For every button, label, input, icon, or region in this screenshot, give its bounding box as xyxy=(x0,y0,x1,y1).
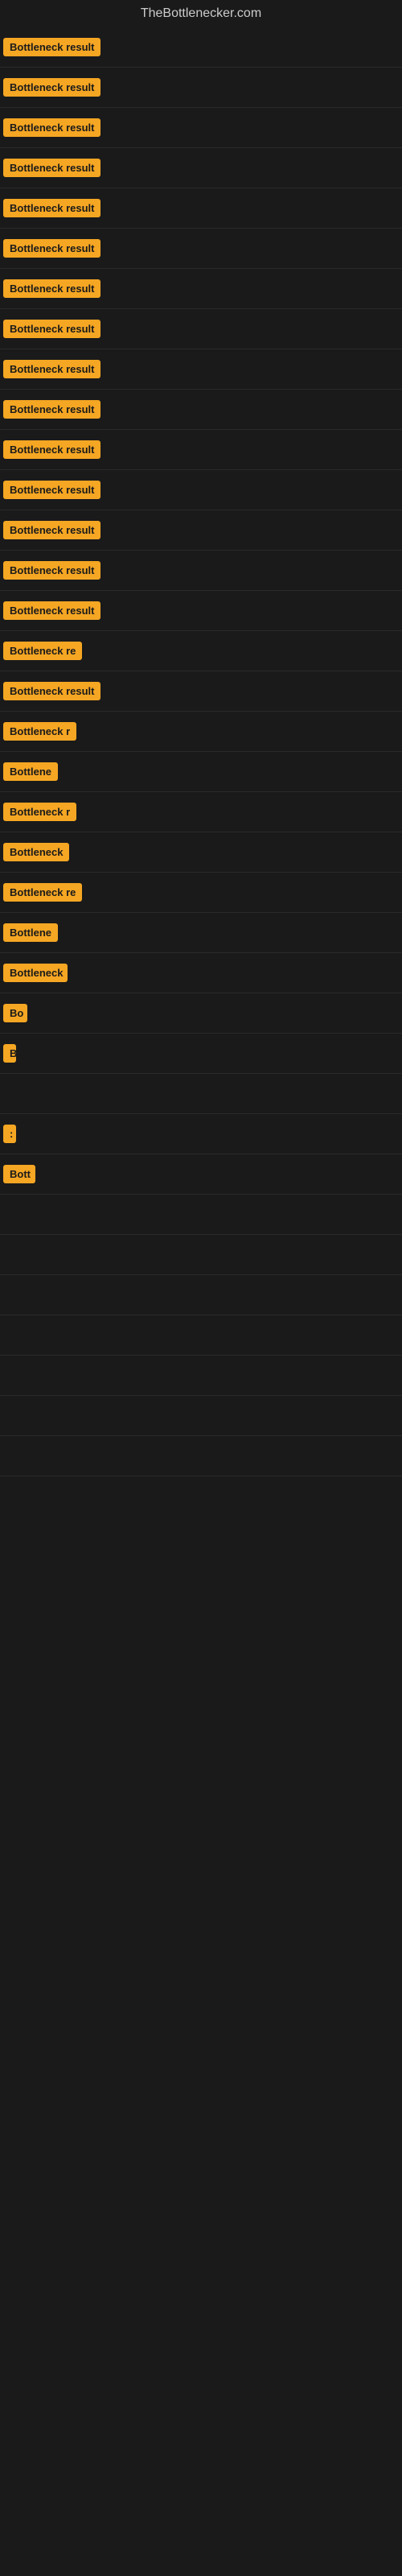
bottleneck-result-badge[interactable]: Bottleneck xyxy=(3,964,68,982)
bottleneck-result-badge[interactable]: Bottleneck result xyxy=(3,521,100,539)
list-item: Bottleneck re xyxy=(0,873,402,913)
bottleneck-result-badge[interactable]: Bottleneck r xyxy=(3,803,76,821)
bottleneck-result-badge[interactable]: B xyxy=(3,1044,16,1063)
list-item xyxy=(0,1074,402,1114)
bottleneck-result-badge[interactable]: Bo xyxy=(3,1004,27,1022)
bottleneck-result-badge[interactable]: Bott xyxy=(3,1165,35,1183)
list-item xyxy=(0,1396,402,1436)
list-item xyxy=(0,1195,402,1235)
list-item: Bottleneck result xyxy=(0,108,402,148)
list-item: Bottleneck result xyxy=(0,390,402,430)
list-item: Bottleneck result xyxy=(0,188,402,229)
bottleneck-result-badge[interactable]: Bottleneck result xyxy=(3,400,100,419)
bottleneck-result-badge[interactable]: Bottleneck result xyxy=(3,118,100,137)
list-item xyxy=(0,1275,402,1315)
list-item: Bottleneck result xyxy=(0,269,402,309)
list-item: Bottleneck result xyxy=(0,591,402,631)
bottleneck-result-badge[interactable]: Bottlene xyxy=(3,762,58,781)
list-item: Bottleneck re xyxy=(0,631,402,671)
bottleneck-result-badge[interactable]: Bottleneck xyxy=(3,843,69,861)
list-item: Bo xyxy=(0,993,402,1034)
site-title: TheBottlenecker.com xyxy=(0,0,402,27)
bottleneck-result-badge[interactable]: Bottleneck result xyxy=(3,481,100,499)
bottleneck-result-badge[interactable]: Bottleneck result xyxy=(3,440,100,459)
bottleneck-result-badge[interactable]: Bottleneck result xyxy=(3,320,100,338)
bottleneck-result-badge[interactable]: Bottleneck result xyxy=(3,239,100,258)
list-item xyxy=(0,1235,402,1275)
bottleneck-result-badge[interactable]: Bottleneck result xyxy=(3,360,100,378)
bottleneck-result-badge[interactable]: Bottleneck result xyxy=(3,38,100,56)
list-item: Bottleneck result xyxy=(0,68,402,108)
list-item xyxy=(0,1436,402,1476)
list-item: Bottleneck result xyxy=(0,470,402,510)
bottleneck-result-badge[interactable]: Bottleneck result xyxy=(3,159,100,177)
list-item: Bottleneck result xyxy=(0,309,402,349)
bottleneck-result-badge[interactable]: Bottleneck result xyxy=(3,279,100,298)
list-item xyxy=(0,1356,402,1396)
list-item: Bottleneck r xyxy=(0,792,402,832)
list-item: Bottleneck xyxy=(0,832,402,873)
list-item xyxy=(0,1315,402,1356)
list-item: Bottleneck result xyxy=(0,551,402,591)
list-item: Bottleneck result xyxy=(0,510,402,551)
bottleneck-result-badge[interactable]: Bottleneck result xyxy=(3,601,100,620)
list-item: Bottlene xyxy=(0,913,402,953)
list-item: Bottleneck result xyxy=(0,349,402,390)
list-item: Bottleneck result xyxy=(0,430,402,470)
list-item: Bottleneck result xyxy=(0,229,402,269)
bottleneck-result-badge[interactable]: Bottleneck result xyxy=(3,199,100,217)
list-item: Bottleneck r xyxy=(0,712,402,752)
list-item: Bottlene xyxy=(0,752,402,792)
list-item: Bott xyxy=(0,1154,402,1195)
list-item: Bottleneck result xyxy=(0,148,402,188)
list-item: B xyxy=(0,1034,402,1074)
bottleneck-result-badge[interactable]: Bottleneck result xyxy=(3,78,100,97)
list-item: Bottleneck result xyxy=(0,671,402,712)
bottleneck-result-badge[interactable]: Bottleneck re xyxy=(3,883,82,902)
bottleneck-result-badge[interactable]: : xyxy=(3,1125,16,1143)
bottleneck-result-badge[interactable]: Bottleneck r xyxy=(3,722,76,741)
bottleneck-result-badge[interactable]: Bottleneck result xyxy=(3,682,100,700)
bottleneck-result-badge[interactable]: Bottleneck result xyxy=(3,561,100,580)
bottleneck-result-badge[interactable]: Bottlene xyxy=(3,923,58,942)
list-item: : xyxy=(0,1114,402,1154)
list-item: Bottleneck result xyxy=(0,27,402,68)
bottleneck-result-badge[interactable]: Bottleneck re xyxy=(3,642,82,660)
list-item: Bottleneck xyxy=(0,953,402,993)
